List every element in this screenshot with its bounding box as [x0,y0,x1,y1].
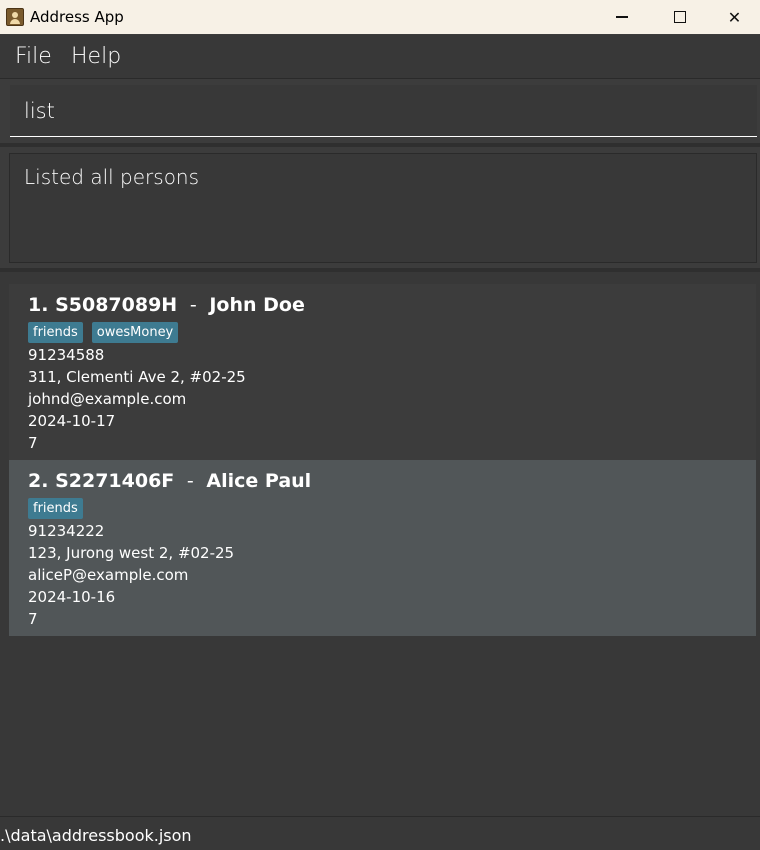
person-card[interactable]: 1. S5087089H - John Doe friends owesMone… [9,284,756,460]
minimize-button[interactable] [593,0,651,34]
person-count: 7 [28,610,38,628]
person-heading: 2. S2271406F - Alice Paul [28,470,312,492]
person-name: John Doe [209,294,305,316]
person-nric: S2271406F [55,470,175,492]
tag-list: friends [28,498,83,519]
person-index: 2. [28,470,49,492]
tag: owesMoney [91,322,179,343]
person-date: 2024-10-17 [28,412,116,430]
person-count: 7 [28,434,38,452]
menu-file[interactable]: File [15,44,52,69]
person-index: 1. [28,294,49,316]
command-input[interactable]: list [24,99,55,123]
command-box[interactable]: list [10,85,757,137]
tag-list: friends owesMoney [28,322,179,343]
person-date: 2024-10-16 [28,588,116,606]
close-button[interactable]: ✕ [709,0,760,34]
menu-help[interactable]: Help [71,44,121,69]
result-display: Listed all persons [9,153,757,263]
menu-bar: File Help [0,35,760,79]
divider [0,143,760,147]
tag: friends [28,498,83,519]
person-email: johnd@example.com [28,390,187,408]
close-icon: ✕ [727,7,742,27]
minimize-icon [616,16,628,18]
person-address: 123, Jurong west 2, #02-25 [28,544,235,562]
person-address: 311, Clementi Ave 2, #02-25 [28,368,246,386]
person-nric: S5087089H [55,294,178,316]
status-bar: .\data\addressbook.json [0,816,760,850]
save-location: .\data\addressbook.json [0,826,192,845]
person-list[interactable]: 1. S5087089H - John Doe friends owesMone… [0,272,760,816]
window-title: Address App [30,8,124,26]
person-name: Alice Paul [206,470,312,492]
maximize-button[interactable] [651,0,709,34]
person-card[interactable]: 2. S2271406F - Alice Paul friends 912342… [9,460,756,636]
maximize-icon [674,11,686,23]
result-message: Listed all persons [24,165,200,189]
person-phone: 91234222 [28,522,105,540]
tag: friends [28,322,83,343]
person-email: aliceP@example.com [28,566,189,584]
title-bar: Address App ✕ [0,0,760,34]
person-phone: 91234588 [28,346,105,364]
address-book-icon [6,8,24,26]
person-heading: 1. S5087089H - John Doe [28,294,305,316]
